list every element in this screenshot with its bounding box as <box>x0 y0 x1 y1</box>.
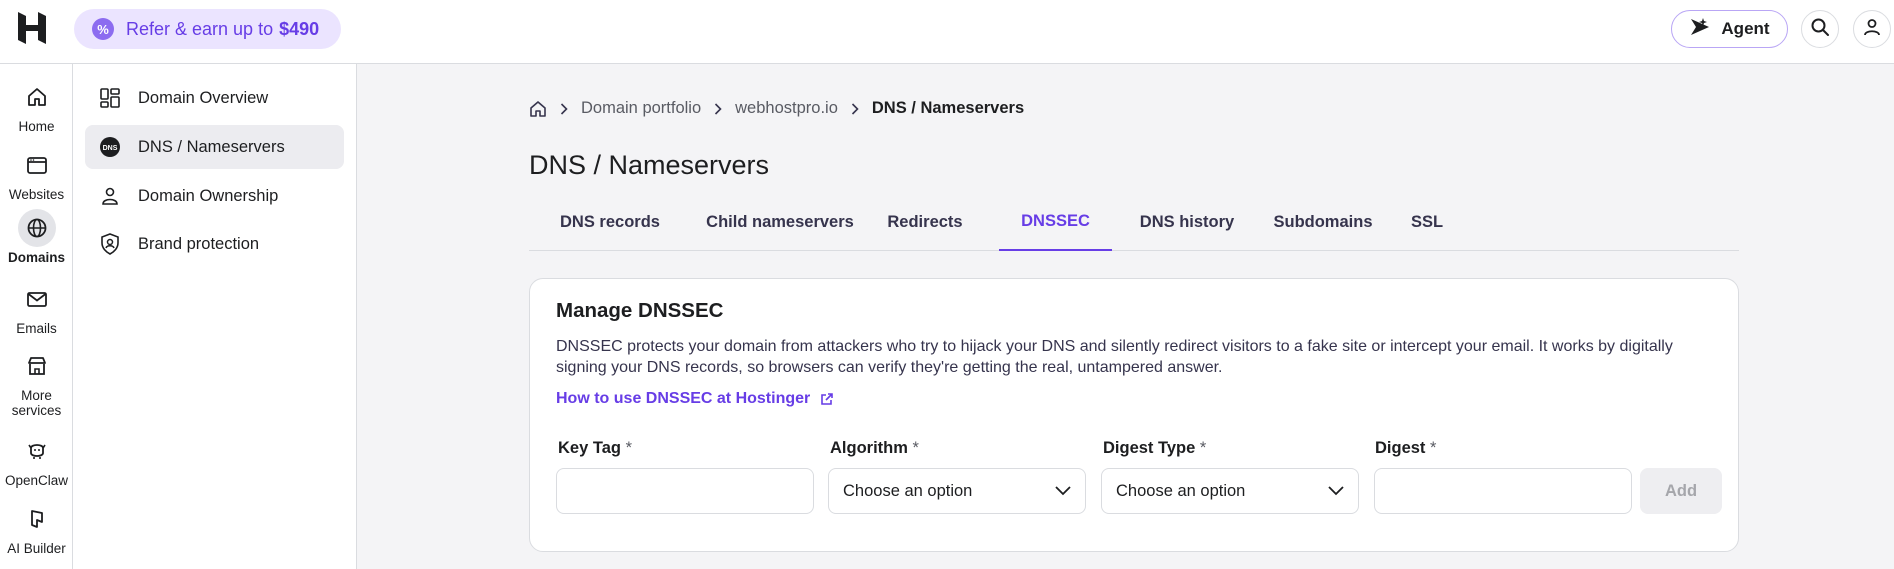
search-button[interactable] <box>1801 10 1839 48</box>
algorithm-label-text: Algorithm <box>830 439 908 457</box>
breadcrumb-domain[interactable]: webhostpro.io <box>735 99 838 118</box>
required-mark: * <box>912 439 919 457</box>
rail-item-home[interactable]: Home <box>0 78 73 134</box>
howto-dnssec-link[interactable]: How to use DNSSEC at Hostinger <box>556 390 834 408</box>
tab-ssl[interactable]: SSL <box>1393 194 1461 251</box>
tab-dns-records[interactable]: DNS records <box>529 194 691 251</box>
card-title: Manage DNSSEC <box>556 299 724 322</box>
chevron-down-icon <box>1328 486 1344 496</box>
digest-type-select[interactable]: Choose an option <box>1101 468 1359 514</box>
sidebar-item-domain-ownership[interactable]: Domain Ownership <box>85 174 344 218</box>
algorithm-select[interactable]: Choose an option <box>828 468 1086 514</box>
person-icon <box>99 185 121 207</box>
required-mark: * <box>1430 439 1437 457</box>
tab-subdomains[interactable]: Subdomains <box>1253 194 1393 251</box>
tab-redirects[interactable]: Redirects <box>869 194 981 251</box>
dns-icon: DNS <box>99 136 121 158</box>
digest-type-label-text: Digest Type <box>1103 439 1196 457</box>
rail-label-domains: Domains <box>7 250 65 265</box>
page-title: DNS / Nameservers <box>529 150 770 180</box>
ai-builder-icon <box>18 500 56 538</box>
rail-label-services: services <box>11 403 62 418</box>
sidebar-label: Domain Ownership <box>138 186 279 205</box>
domain-sidebar: Domain Overview DNS DNS / Nameservers Do… <box>73 64 357 569</box>
top-bar: % Refer & earn up to $490 Agent <box>0 0 1894 64</box>
agent-label: Agent <box>1721 19 1770 38</box>
sidebar-label: DNS / Nameservers <box>138 137 285 156</box>
user-icon <box>1863 18 1881 41</box>
rail-item-websites[interactable]: Websites <box>0 146 73 202</box>
rail-item-emails[interactable]: Emails <box>0 280 73 336</box>
overview-icon <box>99 87 121 109</box>
agent-button[interactable]: Agent <box>1671 10 1788 48</box>
percent-badge-icon: % <box>92 18 114 40</box>
rail-item-domains[interactable]: Domains <box>0 209 73 265</box>
algorithm-label: Algorithm * <box>830 439 919 458</box>
tab-dns-history[interactable]: DNS history <box>1121 194 1253 251</box>
search-icon <box>1810 17 1830 42</box>
rail-label-emails: Emails <box>16 321 57 336</box>
rail-label-openclaw: OpenClaw <box>4 473 69 488</box>
required-mark: * <box>1199 439 1207 457</box>
sidebar-item-dns-nameservers[interactable]: DNS DNS / Nameservers <box>85 125 344 169</box>
digest-type-label: Digest Type * <box>1103 439 1206 458</box>
breadcrumb: Domain portfolio webhostpro.io DNS / Nam… <box>529 99 1024 118</box>
digest-type-select-value: Choose an option <box>1116 481 1246 500</box>
algorithm-select-value: Choose an option <box>843 481 973 500</box>
manage-dnssec-card: Manage DNSSEC DNSSEC protects your domai… <box>529 278 1739 552</box>
chevron-right-icon <box>560 102 568 115</box>
globe-icon <box>17 209 56 247</box>
account-button[interactable] <box>1853 10 1891 48</box>
rail-item-ai-builder[interactable]: AI Builder <box>0 500 73 556</box>
hostinger-logo[interactable] <box>18 12 46 44</box>
chevron-right-icon <box>851 102 859 115</box>
digest-label-text: Digest <box>1375 439 1426 457</box>
mail-icon <box>18 280 56 318</box>
key-tag-label-text: Key Tag <box>558 439 621 457</box>
main-content: Domain portfolio webhostpro.io DNS / Nam… <box>357 64 1894 569</box>
claw-icon <box>18 432 56 470</box>
shield-icon <box>99 233 121 255</box>
card-description: DNSSEC protects your domain from attacke… <box>556 338 1673 376</box>
store-icon <box>18 347 56 385</box>
browser-icon <box>18 146 56 184</box>
rail-item-more-services[interactable]: More services <box>0 347 73 418</box>
rail-item-openclaw[interactable]: OpenClaw <box>0 432 73 488</box>
chevron-right-icon <box>714 102 722 115</box>
digest-input[interactable] <box>1374 468 1632 514</box>
dns-tabs: DNS records Child nameservers Redirects … <box>529 194 1739 251</box>
tab-dnssec[interactable]: DNSSEC <box>999 194 1112 251</box>
refer-earn-banner[interactable]: % Refer & earn up to $490 <box>74 9 341 49</box>
rail-label-home: Home <box>18 119 55 134</box>
refer-amount: $490 <box>279 18 320 39</box>
sidebar-item-brand-protection[interactable]: Brand protection <box>85 222 344 266</box>
tab-child-nameservers[interactable]: Child nameservers <box>691 194 869 251</box>
home-icon <box>18 78 56 116</box>
breadcrumb-domain-portfolio[interactable]: Domain portfolio <box>581 99 701 118</box>
key-tag-input[interactable] <box>556 468 814 514</box>
sidebar-label: Domain Overview <box>138 88 269 107</box>
refer-text: Refer & earn up to <box>126 18 274 39</box>
svg-text:DNS: DNS <box>103 145 118 152</box>
required-mark: * <box>625 439 632 457</box>
add-button[interactable]: Add <box>1640 468 1722 514</box>
agent-icon <box>1689 16 1711 43</box>
key-tag-label: Key Tag * <box>558 439 632 458</box>
breadcrumb-home-icon[interactable] <box>529 100 547 118</box>
primary-nav-rail: Home Websites Domains Emails More servic… <box>0 64 73 569</box>
rail-label-websites: Websites <box>8 187 65 202</box>
sidebar-item-domain-overview[interactable]: Domain Overview <box>85 76 344 120</box>
breadcrumb-current: DNS / Nameservers <box>871 99 1025 117</box>
rail-label-ai-builder: AI Builder <box>7 541 66 556</box>
rail-label-more: More <box>21 388 52 403</box>
howto-link-text: How to use DNSSEC at Hostinger <box>556 390 811 407</box>
sidebar-label: Brand protection <box>138 234 260 253</box>
external-link-icon <box>820 392 834 406</box>
digest-label: Digest * <box>1375 439 1436 458</box>
chevron-down-icon <box>1055 486 1071 496</box>
